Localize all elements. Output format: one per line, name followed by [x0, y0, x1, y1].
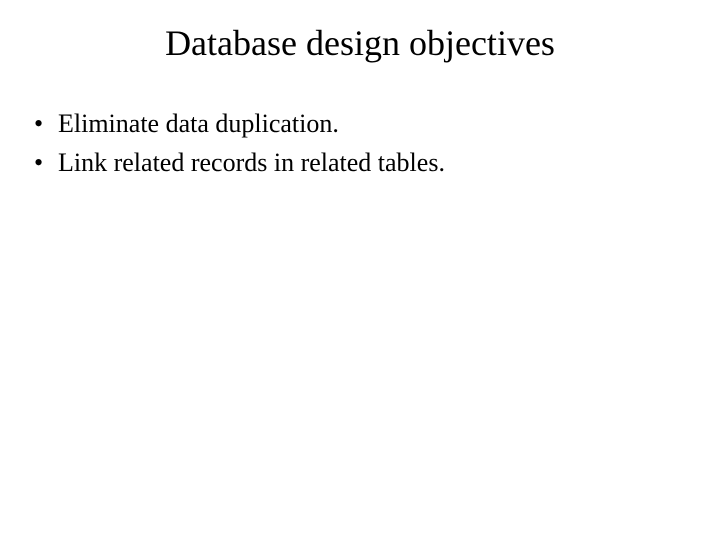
bullet-list: Eliminate data duplication. Link related… [30, 108, 680, 179]
list-item: Link related records in related tables. [30, 147, 680, 180]
slide-body: Eliminate data duplication. Link related… [30, 108, 680, 185]
list-item: Eliminate data duplication. [30, 108, 680, 141]
slide: Database design objectives Eliminate dat… [0, 0, 720, 540]
slide-title: Database design objectives [0, 22, 720, 64]
